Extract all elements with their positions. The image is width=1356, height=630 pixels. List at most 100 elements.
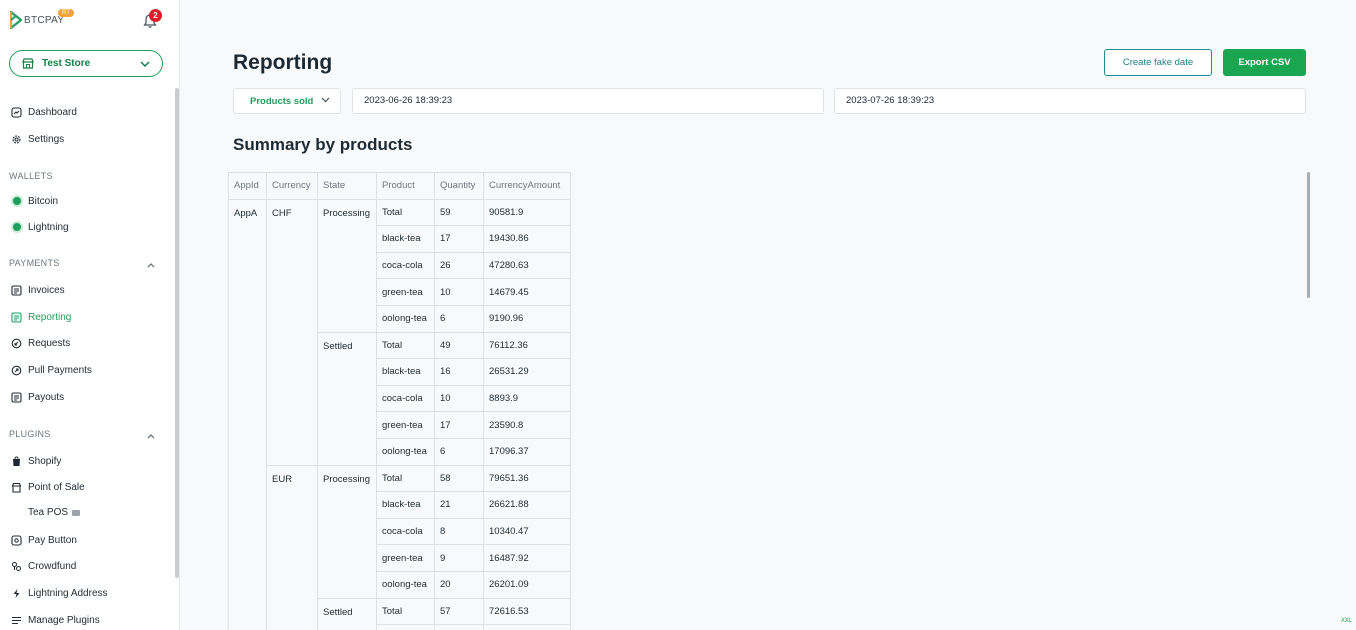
main-scrollbar[interactable] (1307, 172, 1310, 298)
shopify-icon (11, 455, 22, 467)
quantity-cell: 59 (434, 198, 484, 227)
quantity-cell: 8 (434, 517, 484, 546)
report-view-value: Products sold (250, 95, 314, 107)
appid-cell: AppA (228, 198, 267, 630)
plugins-header: PLUGINS (9, 429, 51, 439)
nav-pay-button[interactable]: Pay Button (11, 533, 77, 547)
reporting-icon (11, 311, 22, 323)
quantity-cell: 57 (434, 597, 484, 626)
store-selector[interactable]: Test Store (9, 50, 163, 77)
amount-cell: 79651.36 (483, 464, 571, 493)
product-cell (376, 624, 435, 630)
quantity-cell: 21 (434, 491, 484, 519)
nav-lightning-address-label: Lightning Address (28, 587, 108, 599)
summary-title: Summary by products (233, 135, 413, 154)
create-fake-data-button[interactable]: Create fake date (1104, 49, 1212, 76)
product-cell: oolong-tea (376, 304, 435, 333)
date-from-input[interactable]: 2023-06-26 18:39:23 (352, 88, 824, 114)
nav-invoices[interactable]: Invoices (11, 283, 65, 297)
amount-cell (483, 624, 571, 630)
quantity-cell: 6 (434, 304, 484, 333)
quantity-cell: 26 (434, 251, 484, 280)
nav-invoices-label: Invoices (28, 284, 65, 296)
amount-cell: 26621.88 (483, 491, 571, 519)
requests-icon (11, 338, 22, 349)
store-name: Test Store (42, 58, 91, 69)
nav-lightning-address[interactable]: Lightning Address (11, 586, 108, 600)
nav-bitcoin-label: Bitcoin (28, 195, 59, 207)
state-cell: Settled (317, 597, 377, 630)
invoice-icon (11, 284, 22, 296)
dashboard-icon (11, 106, 22, 118)
column-header: Quantity (434, 172, 484, 200)
export-csv-button[interactable]: Export CSV (1223, 49, 1306, 76)
sidebar-scrollbar[interactable] (175, 88, 179, 578)
product-cell: coca-cola (376, 251, 435, 280)
status-dot-icon (11, 222, 22, 233)
quantity-cell (434, 624, 484, 630)
date-to-input[interactable]: 2023-07-26 18:39:23 (834, 88, 1306, 114)
nav-requests[interactable]: Requests (11, 336, 70, 350)
pos-icon (11, 482, 22, 493)
quantity-cell: 9 (434, 544, 484, 572)
nav-settings-label: Settings (28, 133, 65, 145)
product-cell: black-tea (376, 491, 435, 519)
product-cell: Total (376, 198, 435, 227)
product-cell: Total (376, 464, 435, 493)
nav-requests-label: Requests (28, 337, 71, 349)
column-header: State (317, 172, 377, 200)
notification-count-badge: 2 (149, 9, 162, 22)
list-icon (11, 615, 22, 626)
amount-cell: 90581.9 (483, 198, 571, 227)
nav-settings[interactable]: Settings (11, 132, 64, 146)
nav-dashboard-label: Dashboard (28, 106, 77, 118)
currency-cell: EUR (266, 464, 318, 630)
nav-dashboard[interactable]: Dashboard (11, 105, 77, 119)
sidebar: BTCPAY RT 2 Test Store Dashboard Setting… (0, 0, 180, 630)
chevron-up-icon[interactable] (146, 260, 156, 270)
pull-payments-icon (11, 365, 22, 376)
product-cell: black-tea (376, 358, 435, 386)
quantity-cell: 10 (434, 278, 484, 306)
nav-tea-pos[interactable]: Tea POS (28, 507, 81, 518)
nav-payouts[interactable]: Payouts (11, 390, 64, 404)
btcpay-logo[interactable]: BTCPAY RT (10, 9, 74, 29)
product-cell: Total (376, 597, 435, 626)
product-cell: green-tea (376, 544, 435, 572)
product-cell: black-tea (376, 225, 435, 253)
nav-lightning[interactable]: Lightning (11, 220, 69, 234)
nav-shopify[interactable]: Shopify (11, 454, 61, 468)
nav-reporting[interactable]: Reporting (11, 310, 71, 324)
chevron-up-icon[interactable] (146, 431, 156, 441)
nav-bitcoin[interactable]: Bitcoin (11, 194, 58, 208)
product-cell: green-tea (376, 411, 435, 439)
nav-pull-payments[interactable]: Pull Payments (11, 363, 92, 377)
nav-pull-payments-label: Pull Payments (28, 364, 92, 376)
chevron-down-icon (140, 60, 150, 67)
nav-payouts-label: Payouts (28, 391, 65, 403)
amount-cell: 16487.92 (483, 544, 571, 572)
amount-cell: 8893.9 (483, 384, 571, 413)
nav-pay-button-label: Pay Button (28, 534, 77, 546)
nav-manage-plugins-label: Manage Plugins (28, 614, 100, 626)
product-cell: Total (376, 331, 435, 360)
nav-point-of-sale[interactable]: Point of Sale (11, 480, 85, 494)
nav-manage-plugins[interactable]: Manage Plugins (11, 613, 100, 627)
amount-cell: 26201.09 (483, 570, 571, 599)
quantity-cell: 20 (434, 570, 484, 599)
summary-table: AppId Currency State Product Quantity Cu… (228, 172, 571, 630)
amount-cell: 23590.8 (483, 411, 571, 439)
currency-cell: CHF (266, 198, 318, 466)
brand-name: BTCPAY (24, 14, 65, 26)
column-header: Currency (266, 172, 318, 200)
pay-button-icon (11, 534, 22, 546)
amount-cell: 76112.36 (483, 331, 571, 360)
amount-cell: 19430.86 (483, 225, 571, 253)
nav-crowdfund[interactable]: Crowdfund (11, 559, 76, 573)
amount-cell: 10340.47 (483, 517, 571, 546)
chevron-down-icon (321, 97, 330, 103)
status-dot-icon (11, 196, 22, 207)
app-type-icon (72, 509, 81, 516)
amount-cell: 72616.53 (483, 597, 571, 626)
report-view-select[interactable]: Products sold (233, 88, 341, 114)
